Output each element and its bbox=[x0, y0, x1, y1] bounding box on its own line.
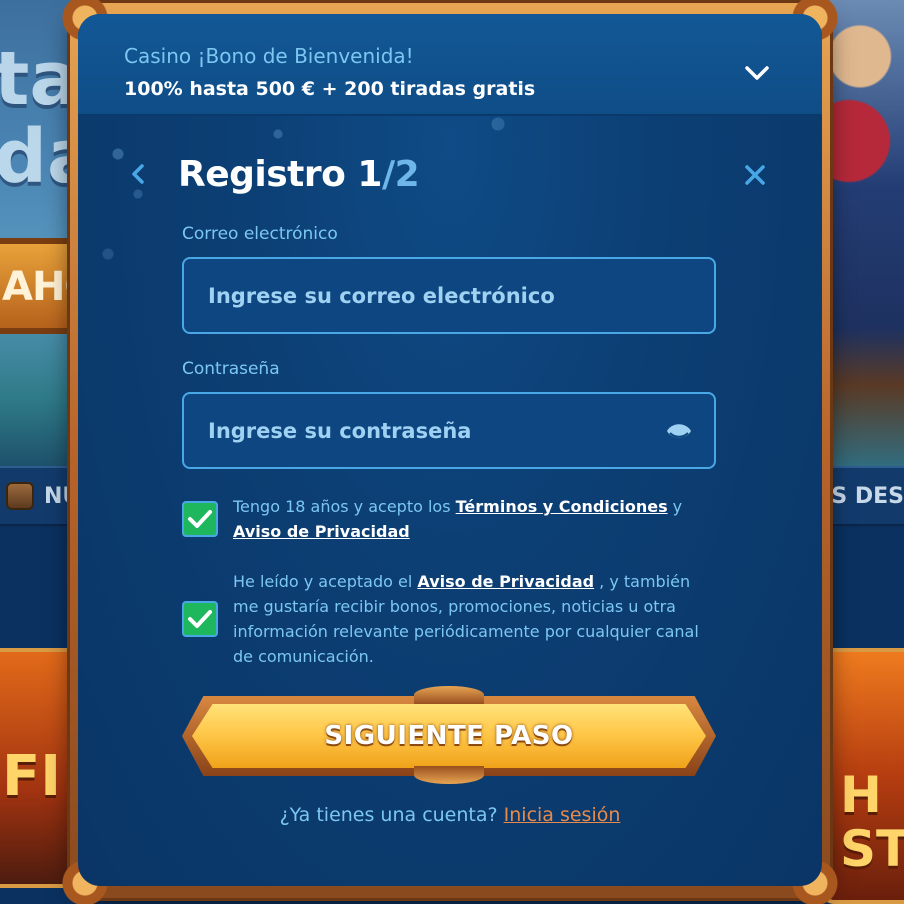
email-field[interactable] bbox=[184, 259, 714, 332]
terms-consent-text: Tengo 18 años y acepto los Términos y Co… bbox=[233, 494, 713, 544]
marketing-consent-text: He leído y aceptado el Aviso de Privacid… bbox=[233, 569, 713, 669]
password-field-wrapper bbox=[182, 392, 716, 469]
background-game-tile-right: H ST bbox=[822, 648, 904, 904]
login-prompt-text: ¿Ya tienes una cuenta? bbox=[279, 804, 498, 826]
promo-banner[interactable]: Casino ¡Bono de Bienvenida! 100% hasta 5… bbox=[78, 14, 822, 116]
chevron-down-icon[interactable] bbox=[742, 58, 772, 88]
login-link[interactable]: Inicia sesión bbox=[504, 804, 621, 826]
terms-checkbox[interactable] bbox=[182, 501, 218, 537]
marketing-checkbox[interactable] bbox=[182, 601, 218, 637]
eye-icon[interactable] bbox=[666, 420, 692, 442]
background-tile-label-right: H ST bbox=[840, 766, 904, 878]
checkmark-icon bbox=[188, 510, 212, 528]
marketing-text-start: He leído y aceptado el bbox=[233, 572, 418, 591]
page-title-step: /2 bbox=[381, 154, 420, 195]
password-label: Contraseña bbox=[182, 359, 280, 379]
promo-title: Casino ¡Bono de Bienvenida! bbox=[124, 44, 414, 68]
close-icon[interactable] bbox=[740, 160, 770, 190]
email-label: Correo electrónico bbox=[182, 224, 338, 244]
next-step-button[interactable]: SIGUIENTE PASO bbox=[182, 696, 716, 776]
terms-link[interactable]: Términos y Condiciones bbox=[456, 497, 668, 516]
checkmark-icon bbox=[188, 610, 212, 628]
privacy-link[interactable]: Aviso de Privacidad bbox=[233, 522, 410, 541]
password-field[interactable] bbox=[184, 394, 714, 467]
barrel-icon bbox=[6, 482, 34, 510]
next-step-button-face: SIGUIENTE PASO bbox=[192, 704, 706, 768]
privacy-link-marketing[interactable]: Aviso de Privacidad bbox=[417, 572, 594, 591]
button-ornament bbox=[414, 766, 484, 784]
terms-text-start: Tengo 18 años y acepto los bbox=[233, 497, 456, 516]
promo-subtitle: 100% hasta 500 € + 200 tiradas gratis bbox=[124, 78, 536, 100]
page-title-main: Registro 1 bbox=[178, 154, 382, 195]
terms-text-mid: y bbox=[667, 497, 683, 516]
back-arrow-icon[interactable] bbox=[124, 158, 152, 190]
page-title: Registro 1/2 bbox=[178, 154, 420, 195]
background-tile-label: FI bbox=[2, 744, 62, 809]
registration-modal: Casino ¡Bono de Bienvenida! 100% hasta 5… bbox=[78, 14, 822, 886]
button-ornament bbox=[414, 686, 484, 704]
next-step-button-wrapper: SIGUIENTE PASO bbox=[182, 686, 716, 784]
login-prompt: ¿Ya tienes una cuenta? Inicia sesión bbox=[78, 804, 822, 826]
next-step-label: SIGUIENTE PASO bbox=[324, 721, 574, 751]
email-field-wrapper bbox=[182, 257, 716, 334]
